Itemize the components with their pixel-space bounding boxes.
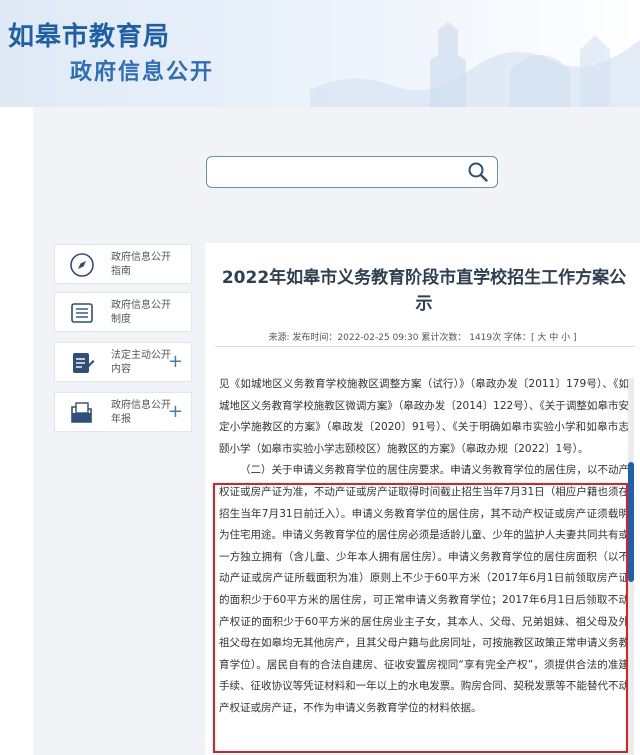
search-input[interactable] xyxy=(215,161,455,183)
scrollbar-thumb[interactable] xyxy=(628,462,634,582)
sidebar-item-annual-report[interactable]: 政府信息公开年报 + xyxy=(54,392,192,432)
sidebar-item-label: 政府信息公开指南 xyxy=(111,252,171,277)
header-decoration xyxy=(310,22,640,107)
sidebar-item-content[interactable]: 法定主动公开内容 + xyxy=(54,342,192,382)
list-icon xyxy=(71,303,93,323)
article-body: 见《如城地区义务教育学校施教区调整方案（试行）》（皋政办发〔2011〕179号）… xyxy=(219,374,629,755)
sidebar-item-system[interactable]: 政府信息公开制度 xyxy=(54,292,192,332)
site-header: 如皋市教育局 政府信息公开 xyxy=(0,0,640,107)
article-paragraph-highlighted: （二）关于申请义务教育学位的居住房要求。申请义务教育学位的居住房，以不动产权证或… xyxy=(219,464,629,714)
sidebar-item-label: 法定主动公开内容 xyxy=(111,350,171,375)
folder-icon xyxy=(71,402,92,423)
compass-icon xyxy=(70,253,94,277)
divider xyxy=(215,346,635,347)
article-card: 2022年如皋市义务教育阶段市直学校招生工作方案公示 来源: 发布时间：2022… xyxy=(205,243,640,755)
expand-icon[interactable]: + xyxy=(168,352,183,372)
article-meta: 来源: 发布时间：2022-02-25 09:30 累计次数： 1419次 字体… xyxy=(268,333,577,343)
site-name[interactable]: 如皋市教育局 xyxy=(8,16,170,53)
document-edit-icon xyxy=(73,353,95,373)
sidebar-item-label: 政府信息公开年报 xyxy=(111,400,171,425)
search-box xyxy=(206,156,498,188)
search-icon[interactable] xyxy=(467,161,489,183)
left-strip xyxy=(0,107,33,755)
sidebar-item-label: 政府信息公开制度 xyxy=(111,300,171,325)
article-title: 2022年如皋市义务教育阶段市直学校招生工作方案公示 xyxy=(221,268,627,314)
expand-icon[interactable]: + xyxy=(168,402,183,422)
site-subtitle: 政府信息公开 xyxy=(70,60,215,85)
sidebar-item-guide[interactable]: 政府信息公开指南 xyxy=(54,244,192,284)
article-paragraph: 见《如城地区义务教育学校施教区调整方案（试行）》（皋政办发〔2011〕179号）… xyxy=(219,378,629,455)
